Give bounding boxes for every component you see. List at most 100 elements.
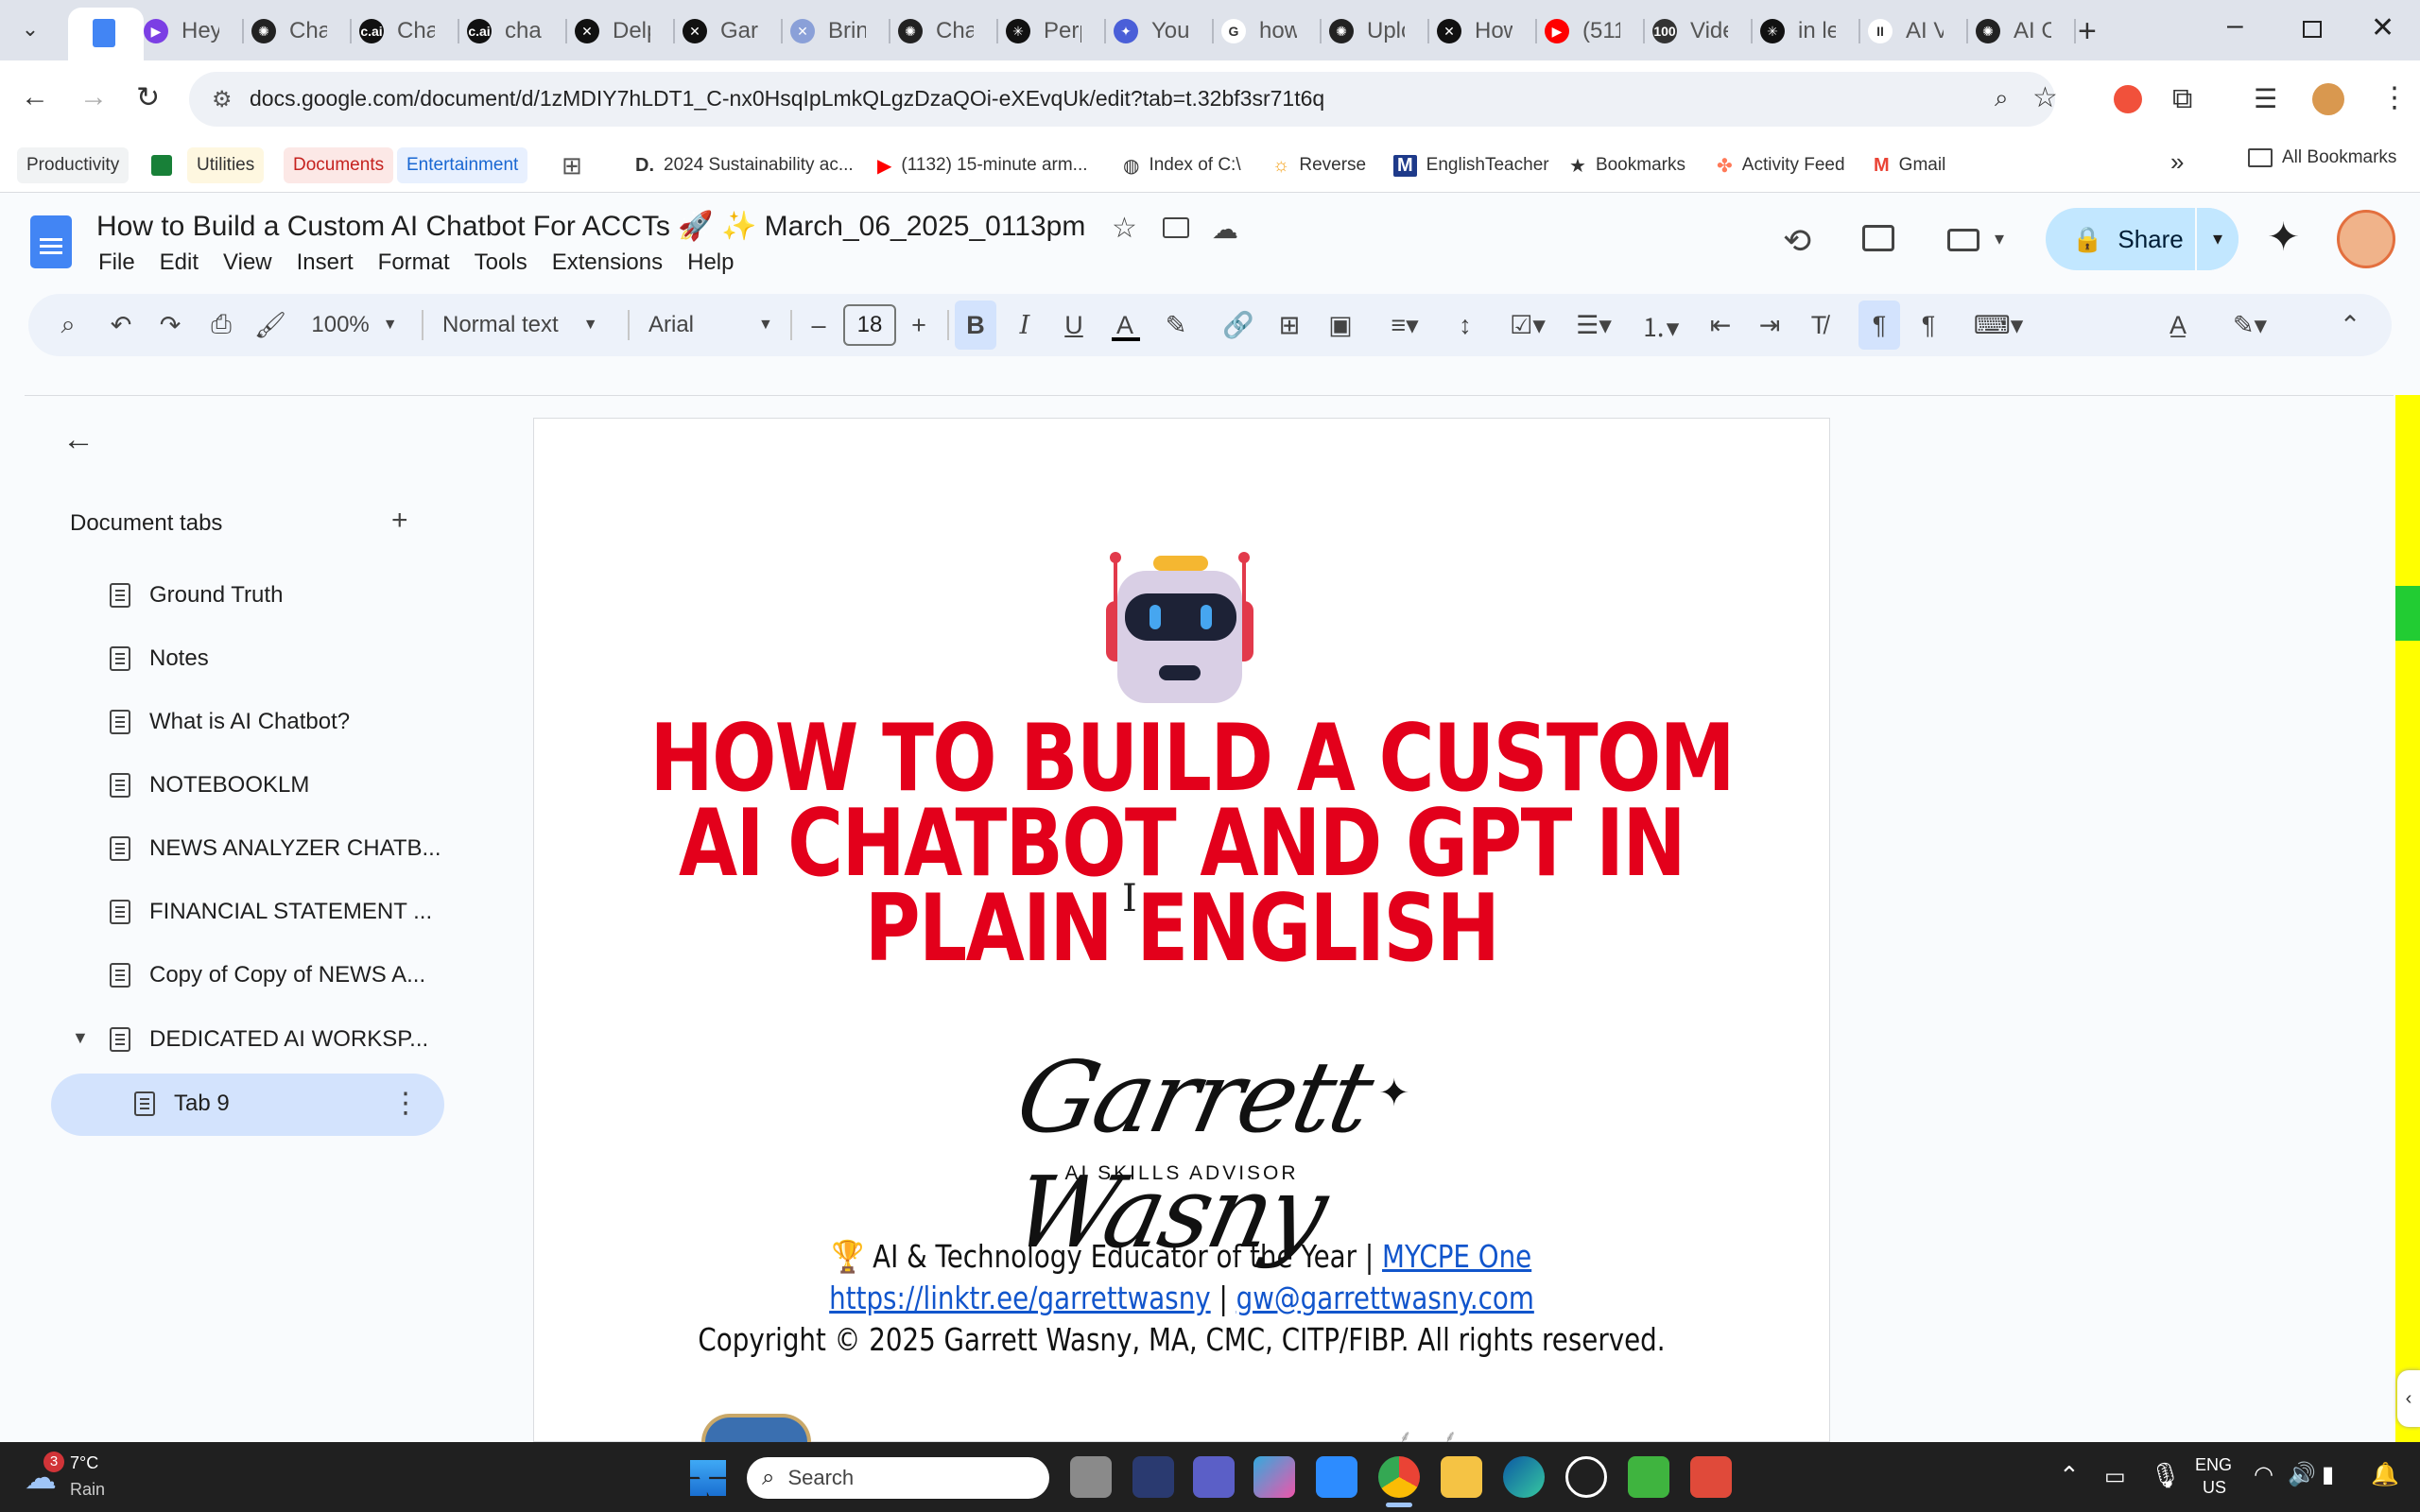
app-icon-1[interactable] (1132, 1456, 1174, 1498)
browser-tab[interactable]: c.ai Chat (359, 9, 435, 53)
zoom-icon[interactable]: ⌕ (1995, 83, 2009, 113)
weather-temp[interactable]: 7°C (70, 1453, 98, 1473)
menu-item-format[interactable]: Format (378, 249, 450, 276)
document-title[interactable]: How to Build a Custom AI Chatbot For ACC… (96, 210, 1085, 243)
collapse-toolbar-icon[interactable]: ⌃ (2331, 294, 2369, 356)
menu-item-help[interactable]: Help (687, 249, 734, 276)
browser-tab[interactable]: ✺ Chat (898, 9, 974, 53)
underline-button[interactable]: U (1057, 294, 1091, 356)
version-history-icon[interactable]: ⟲ (1783, 221, 1811, 261)
url-text[interactable]: docs.google.com/document/d/1zMDIY7hLDT1_… (250, 86, 1324, 112)
sidebar-item[interactable]: What is AI Chatbot? (110, 698, 350, 746)
sidebar-item-tab-9[interactable]: Tab 9 (134, 1080, 230, 1127)
edge-icon[interactable] (1503, 1456, 1545, 1498)
bookmark-item[interactable]: ★ Bookmarks (1569, 146, 1685, 185)
sidebar-item[interactable]: DEDICATED AI WORKSP... (110, 1016, 428, 1063)
address-bar[interactable]: ⚙ docs.google.com/document/d/1zMDIY7hLDT… (189, 72, 2055, 127)
task-view-icon[interactable] (1070, 1456, 1112, 1498)
bold-button[interactable]: B (955, 301, 996, 350)
gemini-icon[interactable]: ✦ (2267, 214, 2300, 260)
bookmark-item[interactable]: M EnglishTeacher (1393, 146, 1549, 185)
move-folder-icon[interactable] (1163, 217, 1189, 238)
numbered-list-icon[interactable]: ⒈▾ (1632, 294, 1688, 356)
bookmark-item[interactable]: Documents (284, 146, 394, 185)
profile-avatar[interactable] (2312, 83, 2344, 115)
site-info-icon[interactable]: ⚙ (212, 86, 233, 113)
menu-item-insert[interactable]: Insert (297, 249, 354, 276)
sidebar-item[interactable]: NOTEBOOKLM (110, 762, 309, 809)
browser-tab[interactable]: ✺ Uplc (1329, 9, 1405, 53)
text-color-button[interactable]: A (1108, 294, 1142, 356)
font-size-input[interactable]: 18 (843, 304, 896, 346)
menu-item-tools[interactable]: Tools (475, 249, 527, 276)
all-bookmarks[interactable]: All Bookmarks (2248, 147, 2396, 168)
forward-icon[interactable]: → (79, 81, 108, 113)
bookmark-item[interactable]: Utilities (187, 146, 265, 185)
extension-honey-icon[interactable] (2114, 85, 2142, 113)
browser-tab[interactable]: ✳ Perp (1006, 9, 1081, 53)
decrease-indent-icon[interactable]: ⇤ (1702, 294, 1739, 356)
battery-icon[interactable]: ▮ (2322, 1461, 2334, 1488)
extensions-icon[interactable]: ⧉ (2172, 83, 2192, 115)
chrome-icon[interactable] (1378, 1456, 1420, 1498)
links-line[interactable]: https://linktr.ee/garrettwasny | gw@garr… (637, 1280, 1726, 1316)
language-indicator[interactable]: ENG (2195, 1455, 2232, 1475)
highlight-icon[interactable]: ✎ (1159, 294, 1193, 356)
font-select[interactable]: Arial ▼ (648, 294, 777, 356)
menu-item-view[interactable]: View (223, 249, 272, 276)
browser-tab[interactable]: ✕ Delp (575, 9, 650, 53)
align-icon[interactable]: ≡▾ (1376, 294, 1433, 356)
clear-formatting-icon[interactable]: T̸ (1800, 294, 1838, 356)
weather-desc[interactable]: Rain (70, 1480, 105, 1500)
star-icon[interactable]: ☆ (1112, 212, 1137, 245)
email-link[interactable]: gw@garrettwasny.com (1236, 1280, 1534, 1316)
browser-tab[interactable]: ✕ Garr (683, 9, 758, 53)
zoom-icon[interactable] (1316, 1456, 1357, 1498)
browser-tab[interactable]: ✺ Chat (251, 9, 327, 53)
bulleted-list-icon[interactable]: ☰▾ (1565, 294, 1622, 356)
tray-overflow-icon[interactable]: ⌃ (2059, 1461, 2080, 1490)
zoom-select[interactable]: 100% ▼ (302, 294, 406, 356)
bookmark-item[interactable] (151, 146, 172, 185)
active-tab-docs[interactable] (68, 8, 144, 60)
teams-icon[interactable] (1193, 1456, 1235, 1498)
browser-tab[interactable]: II AI V (1868, 9, 1944, 53)
page-heading[interactable]: HOW TO BUILD A CUSTOM AI CHATBOT AND GPT … (533, 713, 1830, 975)
docs-logo-icon[interactable] (30, 215, 72, 268)
close-tabs-panel-icon[interactable]: ← (62, 421, 95, 458)
redo-icon[interactable]: ↷ (151, 294, 189, 356)
menu-item-edit[interactable]: Edit (160, 249, 199, 276)
meet-dropdown-icon[interactable]: ▾ (1995, 227, 2004, 250)
browser-tab[interactable]: Ghow (1221, 9, 1297, 53)
rtl-paragraph-icon[interactable]: ¶ (1910, 294, 1947, 356)
browser-menu-icon[interactable]: ⋮ (2380, 81, 2409, 114)
decrease-font-size-icon[interactable]: – (802, 294, 836, 356)
bookmark-item[interactable]: M Gmail (1874, 146, 1945, 185)
italic-button[interactable]: I (1008, 294, 1042, 356)
linktree-link[interactable]: https://linktr.ee/garrettwasny (829, 1280, 1211, 1316)
browser-tab[interactable]: ▶ (511 (1545, 9, 1620, 53)
browser-tab[interactable]: ✦ You (1114, 9, 1189, 53)
chatgpt-icon[interactable] (1565, 1456, 1607, 1498)
increase-indent-icon[interactable]: ⇥ (1751, 294, 1789, 356)
bookmark-item[interactable]: Productivity (17, 146, 130, 185)
sidebar-item[interactable]: Ground Truth (110, 572, 283, 619)
meet-icon[interactable] (1947, 229, 1979, 251)
sidebar-item[interactable]: Copy of Copy of NEWS A... (110, 952, 425, 999)
browser-tab[interactable]: ✺ AI C (1976, 9, 2051, 53)
minimize-button[interactable]: – (2227, 9, 2243, 42)
active-tab-item[interactable] (51, 1074, 444, 1136)
search-menus-icon[interactable]: ⌕ (49, 294, 87, 356)
bookmark-star-icon[interactable]: ☆ (2032, 81, 2058, 114)
editing-mode-icon[interactable]: ✎▾ (2221, 294, 2278, 356)
browser-tab[interactable]: 100 Vide (1652, 9, 1728, 53)
print-icon[interactable]: ⎙ (202, 294, 240, 356)
scrollbar-thumb[interactable]: ‹ (2397, 1370, 2420, 1427)
sidebar-item[interactable]: FINANCIAL STATEMENT ... (110, 888, 432, 936)
award-line[interactable]: 🏆 AI & Technology Educator of the Year |… (637, 1238, 1726, 1276)
microphone-icon[interactable]: 🎙 (2150, 1461, 2181, 1490)
tab-search-button[interactable]: ⌄ (13, 17, 47, 45)
increase-font-size-icon[interactable]: + (902, 294, 936, 356)
snagit-icon[interactable] (1690, 1456, 1732, 1498)
bookmark-item[interactable]: Entertainment (397, 146, 528, 185)
